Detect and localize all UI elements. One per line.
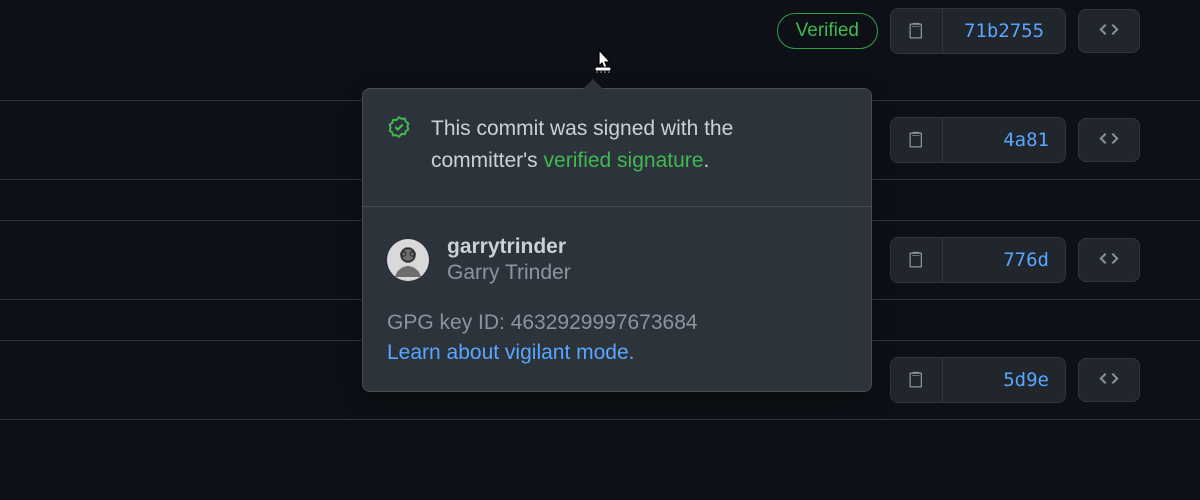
code-icon xyxy=(1097,19,1121,43)
browse-code-button[interactable] xyxy=(1078,9,1140,53)
commit-sha-link[interactable]: 5d9e xyxy=(943,358,1065,402)
avatar[interactable] xyxy=(387,239,429,281)
copy-sha-button[interactable] xyxy=(891,238,943,282)
browse-code-button[interactable] xyxy=(1078,118,1140,162)
code-icon xyxy=(1097,128,1121,152)
popover-header: This commit was signed with the committe… xyxy=(363,89,871,207)
verified-seal-icon xyxy=(387,115,411,144)
signer-fullname: Garry Trinder xyxy=(447,261,571,285)
sha-button-group: 71b2755 xyxy=(890,8,1066,54)
popover-body: garrytrinder Garry Trinder GPG key ID: 4… xyxy=(363,207,871,391)
clipboard-icon xyxy=(907,370,927,390)
sha-button-group: 776d xyxy=(890,237,1066,283)
clipboard-icon xyxy=(907,21,927,41)
commit-sha-link[interactable]: 776d xyxy=(943,238,1065,282)
verified-popover: This commit was signed with the committe… xyxy=(362,88,872,392)
verified-signature-text: verified signature xyxy=(544,149,704,172)
copy-sha-button[interactable] xyxy=(891,358,943,402)
gpg-key-id: 4632929997673684 xyxy=(511,311,698,334)
browse-code-button[interactable] xyxy=(1078,358,1140,402)
signer-row: garrytrinder Garry Trinder xyxy=(387,235,847,285)
code-icon xyxy=(1097,248,1121,272)
vigilant-mode-link[interactable]: Learn about vigilant mode. xyxy=(387,341,635,364)
commit-sha-link[interactable]: 4a81 xyxy=(943,118,1065,162)
signer-username[interactable]: garrytrinder xyxy=(447,235,571,259)
avatar-image xyxy=(387,239,429,281)
clipboard-icon xyxy=(907,130,927,150)
copy-sha-button[interactable] xyxy=(891,118,943,162)
sha-button-group: 5d9e xyxy=(890,357,1066,403)
verified-badge[interactable]: Verified xyxy=(777,13,878,49)
gpg-key-line: GPG key ID: 4632929997673684 xyxy=(387,311,847,335)
gpg-label: GPG key ID: xyxy=(387,311,511,334)
code-icon xyxy=(1097,368,1121,392)
commit-sha-link[interactable]: 71b2755 xyxy=(943,9,1065,53)
sha-button-group: 4a81 xyxy=(890,117,1066,163)
popover-text-suffix: . xyxy=(703,149,709,172)
signer-info: garrytrinder Garry Trinder xyxy=(447,235,571,285)
popover-header-text: This commit was signed with the committe… xyxy=(431,113,843,176)
browse-code-button[interactable] xyxy=(1078,238,1140,282)
copy-sha-button[interactable] xyxy=(891,9,943,53)
clipboard-icon xyxy=(907,250,927,270)
